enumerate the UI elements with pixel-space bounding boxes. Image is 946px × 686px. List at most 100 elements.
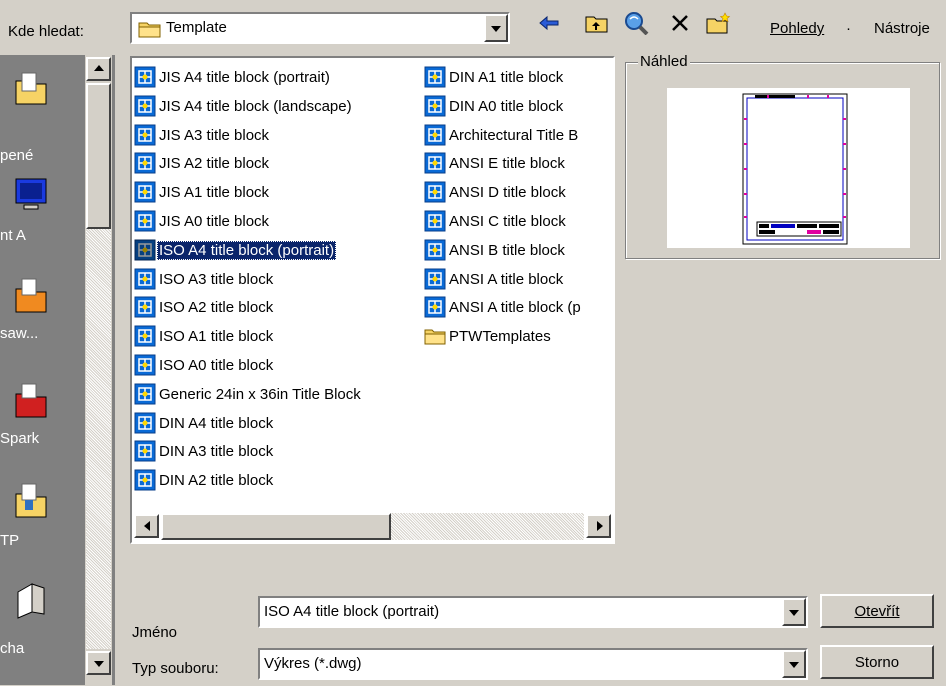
file-name: PTWTemplates — [449, 327, 551, 345]
preview-image — [667, 88, 910, 248]
file-item[interactable]: DIN A4 title block — [134, 410, 275, 436]
template-file-icon — [424, 124, 446, 146]
file-item[interactable]: JIS A4 title block (portrait) — [134, 64, 332, 90]
template-file-icon — [134, 239, 156, 261]
folder-item[interactable]: PTWTemplates — [424, 323, 553, 349]
ftp-folder-icon — [15, 483, 47, 518]
scroll-up-button[interactable] — [86, 57, 111, 81]
preview-label: Náhled — [638, 53, 690, 70]
filename-field[interactable]: ISO A4 title block (portrait) — [258, 596, 808, 628]
places-scrollbar[interactable] — [85, 55, 112, 685]
file-name: ISO A2 title block — [159, 298, 274, 316]
cancel-button[interactable]: Storno — [820, 645, 934, 679]
file-item[interactable]: ISO A1 title block — [134, 323, 275, 349]
template-file-icon — [424, 296, 446, 318]
file-item[interactable]: DIN A2 title block — [134, 467, 275, 493]
look-in-dropdown-button[interactable] — [484, 14, 508, 42]
file-name: DIN A1 title block — [449, 68, 564, 86]
template-file-icon — [134, 469, 156, 491]
open-button[interactable]: Otevřít — [820, 594, 934, 628]
scroll-right-button[interactable] — [586, 514, 611, 538]
template-file-icon — [134, 325, 156, 347]
file-list[interactable]: JIS A4 title block (portrait) JIS A4 titl… — [130, 56, 615, 544]
file-item[interactable]: JIS A4 title block (landscape) — [134, 93, 354, 119]
place-label: nt A — [0, 227, 26, 244]
file-name: JIS A2 title block — [159, 154, 270, 172]
file-item[interactable]: DIN A0 title block — [424, 93, 565, 119]
template-file-icon — [424, 181, 446, 203]
open-button-label: Otevřít — [854, 602, 900, 620]
file-name: ANSI A title block (p — [449, 298, 581, 316]
template-file-icon — [134, 354, 156, 376]
file-name: ANSI C title block — [449, 212, 566, 230]
file-name: Architectural Title B — [449, 126, 579, 144]
look-in-combo[interactable]: Template — [130, 12, 510, 44]
template-file-icon — [134, 152, 156, 174]
place-label: Spark — [0, 430, 40, 447]
views-menu[interactable]: Pohledy — [770, 20, 824, 37]
filename-label: Jméno — [132, 624, 177, 641]
back-arrow-icon[interactable] — [534, 8, 564, 38]
file-item[interactable]: ANSI C title block — [424, 208, 568, 234]
file-item[interactable]: ISO A2 title block — [134, 294, 275, 320]
file-item[interactable]: ANSI A title block (p — [424, 294, 583, 320]
template-file-icon — [424, 152, 446, 174]
filename-dropdown-button[interactable] — [782, 598, 806, 626]
cancel-button-label: Storno — [854, 653, 900, 671]
folder-icon — [424, 329, 446, 345]
file-name: ANSI E title block — [449, 154, 565, 172]
menu-separator: · — [846, 20, 851, 37]
desktop-icon — [17, 583, 45, 619]
file-item[interactable]: JIS A2 title block — [134, 150, 271, 176]
look-in-value: Template — [166, 19, 227, 36]
filetype-field[interactable]: Výkres (*.dwg) — [258, 648, 808, 680]
template-file-icon — [424, 210, 446, 232]
places-scroll-track[interactable] — [86, 229, 111, 649]
template-file-icon — [134, 66, 156, 88]
file-list-hscrollbar[interactable] — [134, 513, 611, 540]
places-scroll-thumb[interactable] — [86, 83, 111, 229]
tools-menu[interactable]: Nástroje — [874, 20, 930, 37]
network-folder-icon — [15, 178, 47, 210]
file-name: Generic 24in x 36in Title Block — [159, 385, 361, 403]
file-name: JIS A4 title block (landscape) — [159, 97, 352, 115]
file-item[interactable]: ISO A3 title block — [134, 266, 275, 292]
file-item[interactable]: ANSI D title block — [424, 179, 568, 205]
file-item[interactable]: ISO A4 title block (portrait) — [134, 237, 337, 263]
template-file-icon — [424, 95, 446, 117]
file-name: DIN A0 title block — [449, 97, 564, 115]
template-file-icon — [134, 296, 156, 318]
new-folder-icon[interactable] — [704, 8, 734, 38]
file-item[interactable]: JIS A0 title block — [134, 208, 271, 234]
filetype-label-text: Typ souboru: — [132, 660, 219, 677]
template-file-icon — [424, 239, 446, 261]
document-folder-icon — [15, 72, 47, 105]
delete-icon[interactable] — [665, 8, 695, 38]
file-item[interactable]: ISO A0 title block — [134, 352, 275, 378]
hscroll-thumb[interactable] — [161, 513, 391, 540]
template-file-icon — [134, 412, 156, 434]
up-folder-icon[interactable] — [582, 8, 612, 38]
file-item[interactable]: Generic 24in x 36in Title Block — [134, 381, 363, 407]
filetype-dropdown-button[interactable] — [782, 650, 806, 678]
filetype-label: Typ souboru: — [132, 660, 219, 677]
file-name: ANSI D title block — [449, 183, 566, 201]
file-item[interactable]: Architectural Title B — [424, 122, 580, 148]
place-label: saw... — [0, 325, 39, 342]
search-web-icon[interactable] — [622, 8, 652, 38]
file-name: DIN A3 title block — [159, 442, 274, 460]
filename-value: ISO A4 title block (portrait) — [264, 603, 440, 620]
file-item[interactable]: ANSI E title block — [424, 150, 567, 176]
file-item[interactable]: JIS A1 title block — [134, 179, 271, 205]
scroll-left-button[interactable] — [134, 514, 159, 538]
file-item[interactable]: DIN A1 title block — [424, 64, 565, 90]
file-item[interactable]: DIN A3 title block — [134, 438, 275, 464]
file-item[interactable]: ANSI A title block — [424, 266, 565, 292]
scroll-down-button[interactable] — [86, 651, 111, 675]
place-label: cha — [0, 640, 25, 657]
folder-icon — [138, 22, 161, 38]
file-item[interactable]: ANSI B title block — [424, 237, 567, 263]
file-name: ISO A0 title block — [159, 356, 274, 374]
file-item[interactable]: JIS A3 title block — [134, 122, 271, 148]
place-label: TP — [0, 532, 20, 549]
